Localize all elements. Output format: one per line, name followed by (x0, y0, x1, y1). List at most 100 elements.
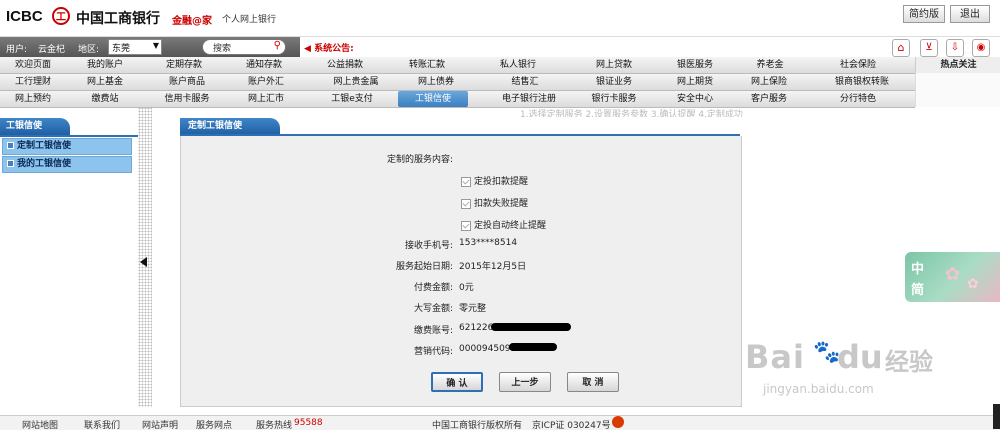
redaction-mark (509, 343, 557, 351)
phone-label: 接收手机号: (404, 241, 453, 251)
notice-label[interactable]: ◀ 系统公告: (304, 41, 354, 54)
checkbox-checked[interactable] (461, 176, 471, 187)
nav-item[interactable]: 我的账户 (70, 57, 140, 73)
scrollbar[interactable] (993, 404, 1000, 429)
start-date-label: 服务起始日期: (395, 262, 453, 272)
top-header: ICBC 工 中国工商银行 金融@家 个人网上银行 简约版 退出 (0, 0, 1000, 37)
sales-code-label: 营销代码: (413, 347, 453, 357)
fee-caps-value: 零元整 (459, 304, 487, 314)
sidebar-item-label: 定制工银信使 (17, 141, 72, 151)
region-select[interactable]: 东莞 ▼ (108, 39, 162, 55)
footer-link[interactable]: 网站地图 (22, 418, 58, 431)
nav-item[interactable]: 安全中心 (660, 91, 730, 107)
confirm-button[interactable]: 确 认 (431, 372, 483, 392)
search-input[interactable]: 搜索 ⚲ (202, 39, 286, 55)
nav-row-3: 网上预约 缴费站 信用卡服务 网上汇市 工银e支付 工银信使 电子银行注册 银行… (0, 91, 915, 108)
nav-item[interactable]: 网上期货 (660, 74, 730, 90)
footer-link[interactable]: 服务网点 (196, 418, 232, 431)
nav-item[interactable]: 网上贵金属 (306, 74, 406, 90)
nav-item[interactable]: 客户服务 (738, 91, 800, 107)
help-icon[interactable]: ◉ (972, 39, 990, 57)
nav-item[interactable]: 通知存款 (230, 57, 298, 73)
checkbox-checked[interactable] (461, 198, 471, 209)
fee-caps-label: 大写金额: (413, 304, 453, 314)
start-date-value: 2015年12月5日 (459, 262, 527, 272)
language-switch-widget[interactable]: 中 简 ✿ ✿ (905, 252, 1000, 302)
nav-item[interactable]: 银行卡服务 (580, 91, 648, 107)
nav-item[interactable]: 分行特色 (818, 91, 898, 107)
nav-item[interactable]: 账户外汇 (230, 74, 302, 90)
nav-item[interactable]: 信用卡服务 (148, 91, 226, 107)
nav-item[interactable]: 网上基金 (70, 74, 140, 90)
sidebar-item-label: 我的工银信使 (17, 159, 72, 169)
nav-item[interactable]: 社会保险 (818, 57, 898, 73)
nav-item[interactable]: 银商银权转账 (812, 74, 912, 90)
nav-item[interactable]: 电子银行注册 (482, 91, 576, 107)
sales-code-value: 0000945098 (459, 344, 517, 354)
nav-item[interactable]: 账户商品 (148, 74, 226, 90)
logout-button[interactable]: 退出 (950, 5, 990, 23)
footer-link[interactable]: 联系我们 (84, 418, 120, 431)
sidebar-item-my-messenger[interactable]: 我的工银信使 (2, 156, 132, 173)
nav-item[interactable]: 公益捐款 (306, 57, 384, 73)
main-nav: 欢迎页面 我的账户 定期存款 通知存款 公益捐款 转账汇款 私人银行 网上贷款 … (0, 57, 1000, 108)
nav-item[interactable]: 网上贷款 (580, 57, 648, 73)
sidebar-item-customize[interactable]: 定制工银信使 (2, 138, 132, 155)
nav-item[interactable]: 缴费站 (70, 91, 140, 107)
option-investment-reminder[interactable]: 定投扣款提醒 (461, 174, 528, 187)
minus-icon (7, 160, 14, 167)
copyright: 中国工商银行版权所有 (432, 421, 523, 431)
simplified-chinese-toggle[interactable]: 简 (911, 279, 924, 298)
nav-item[interactable]: 工行理财 (0, 74, 66, 90)
footer: 网站地图 联系我们 网站声明 服务网点 服务热线 95588 中国工商银行版权所… (0, 415, 1000, 431)
download-icon[interactable]: ⇩ (946, 39, 964, 57)
traditional-chinese-toggle[interactable]: 中 (911, 258, 924, 277)
checkbox-checked[interactable] (461, 220, 471, 231)
nav-row-1: 欢迎页面 我的账户 定期存款 通知存款 公益捐款 转账汇款 私人银行 网上贷款 … (0, 57, 915, 74)
hot-topics-header[interactable]: 热点关注 (915, 57, 1000, 73)
nav-item[interactable]: 银证业务 (580, 74, 648, 90)
simple-version-button[interactable]: 简约版 (903, 5, 945, 23)
bank-name: 中国工商银行 (76, 10, 160, 26)
redaction-mark (491, 323, 571, 331)
nav-item[interactable]: 结售汇 (490, 74, 560, 90)
flower-icon: ✿ (945, 264, 961, 285)
option-label: 定投自动终止提醒 (474, 221, 547, 231)
nav-item[interactable]: 定期存款 (148, 57, 220, 73)
nav-item[interactable]: 工银e支付 (312, 91, 392, 107)
nav-item[interactable]: 网上汇市 (230, 91, 302, 107)
hot-topics-panel (915, 73, 1000, 107)
user-name: 云金杞 (38, 45, 66, 55)
chevron-down-icon: ▼ (152, 41, 159, 50)
option-auto-termination[interactable]: 定投自动终止提醒 (461, 218, 546, 231)
nav-item[interactable]: 欢迎页面 (0, 57, 66, 73)
watermark-suffix: 经验 (885, 348, 933, 376)
nav-item[interactable]: 网上债券 (400, 74, 472, 90)
sidebar: 工银信使 定制工银信使 我的工银信使 (0, 118, 138, 408)
home-icon[interactable]: ⌂ (892, 39, 910, 57)
search-icon[interactable]: ⚲ (274, 40, 281, 51)
confirmation-panel: 定制的服务内容: 定投扣款提醒 扣款失败提醒 定投自动终止提醒 接收手机号: 1… (180, 136, 742, 407)
nav-item[interactable]: 私人银行 (478, 57, 558, 73)
flower-icon: ✿ (967, 276, 979, 292)
previous-step-button[interactable]: 上一步 (499, 372, 551, 392)
option-debit-failure[interactable]: 扣款失败提醒 (461, 196, 528, 209)
nav-item-active[interactable]: 工银信使 (398, 91, 468, 107)
sidebar-divider (0, 135, 138, 137)
nav-item[interactable]: 养老金 (740, 57, 800, 73)
user-label: 用户: (6, 45, 28, 55)
fee-label: 付费金额: (413, 283, 453, 293)
cancel-button[interactable]: 取 消 (567, 372, 619, 392)
baidu-watermark: Bai 🐾 du 经验 jingyan.baidu.com (745, 338, 965, 408)
collapse-arrow-icon[interactable] (140, 257, 147, 267)
notice-label-text: 系统公告: (314, 44, 354, 54)
nav-item[interactable]: 转账汇款 (390, 57, 464, 73)
footer-link[interactable]: 网站声明 (142, 418, 178, 431)
option-label: 定投扣款提醒 (474, 177, 529, 187)
nav-item[interactable]: 网上保险 (738, 74, 800, 90)
cart-icon[interactable]: ⊻ (920, 39, 938, 57)
user-bar: 用户: 云金杞 地区: 东莞 ▼ 搜索 ⚲ (0, 37, 300, 57)
nav-item[interactable]: 网上预约 (0, 91, 66, 107)
hotline-label: 服务热线 (256, 421, 293, 431)
nav-item[interactable]: 银医服务 (660, 57, 730, 73)
